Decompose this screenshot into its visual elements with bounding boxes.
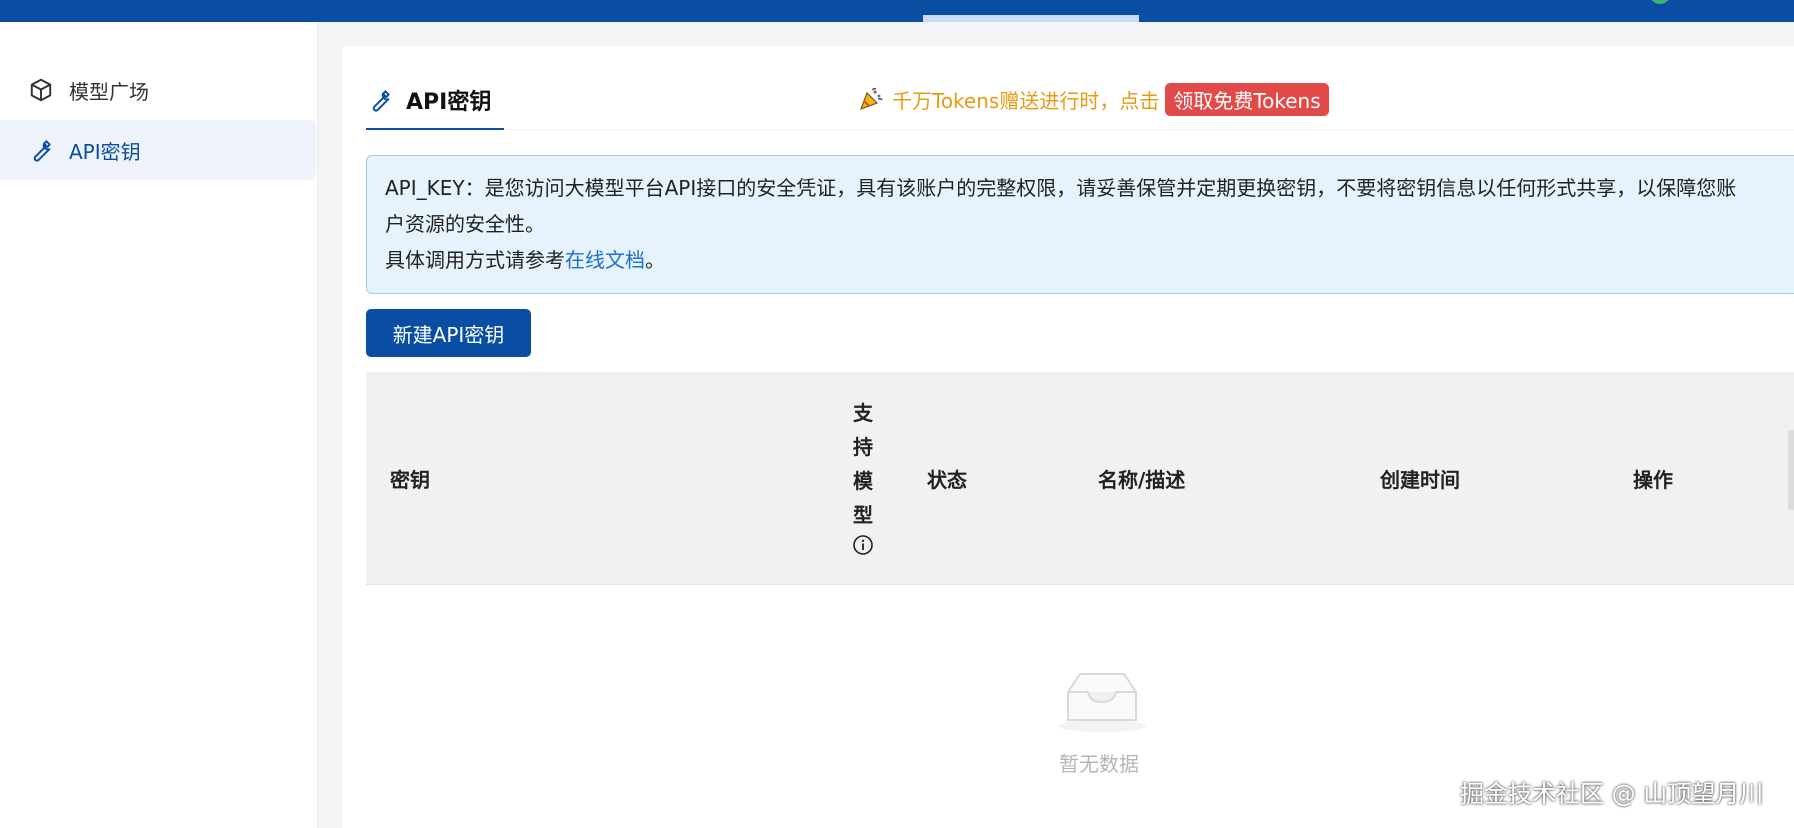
column-header-key: 密钥 <box>390 468 430 492</box>
column-header-char: 支 <box>853 401 873 425</box>
column-header-name-description: 名称/描述 <box>1098 468 1186 492</box>
notice-line: 具体调用方式请参考在线文档。 <box>385 242 1794 278</box>
column-header-created-time: 创建时间 <box>1380 468 1460 492</box>
promo-banner: 千万Tokens赠送进行时，点击 领取免费Tokens <box>858 82 1329 116</box>
sidebar-item-label: API密钥 <box>69 139 141 164</box>
scrollbar[interactable] <box>1788 430 1794 510</box>
notice-text: 具体调用方式请参考 <box>385 248 565 272</box>
online-docs-link[interactable]: 在线文档 <box>565 248 645 272</box>
column-header-operations: 操作 <box>1633 468 1673 492</box>
top-navigation-bar <box>0 0 1794 22</box>
sidebar-item-model-market[interactable]: 模型广场 <box>0 60 316 120</box>
notice-line: API_KEY：是您访问大模型平台API接口的安全凭证，具有该账户的完整权限，请… <box>385 176 1737 200</box>
empty-state-text: 暂无数据 <box>1059 752 1139 776</box>
tab-underline <box>366 128 504 130</box>
user-avatar[interactable] <box>1650 0 1670 4</box>
active-tab-indicator <box>923 15 1139 22</box>
notice-line: 户资源的安全性。 <box>385 212 545 236</box>
create-api-key-button[interactable]: 新建API密钥 <box>366 309 531 357</box>
watermark: 掘金技术社区 @ 山顶望月川 <box>1460 780 1764 808</box>
column-header-char: 持 <box>853 435 873 459</box>
wrench-icon <box>366 86 394 114</box>
page-title-text: API密钥 <box>406 90 492 115</box>
api-key-notice: API_KEY：是您访问大模型平台API接口的安全凭证，具有该账户的完整权限，请… <box>366 155 1794 294</box>
column-header-supported-models: 支 持 模 型 <box>850 396 876 556</box>
column-header-char: 型 <box>853 503 873 527</box>
promo-text: 千万Tokens赠送进行时，点击 <box>892 88 1160 113</box>
table-header: 密钥 支 持 模 型 状态 名称/描述 创建时间 操作 <box>366 372 1794 585</box>
sidebar-item-api-key[interactable]: API密钥 <box>0 120 316 180</box>
party-popper-icon <box>858 86 884 112</box>
claim-free-tokens-button[interactable]: 领取免费Tokens <box>1165 82 1329 116</box>
header-divider <box>504 129 1794 130</box>
sidebar-item-label: 模型广场 <box>69 79 149 104</box>
empty-inbox-icon <box>1058 673 1146 732</box>
column-header-char: 模 <box>853 469 873 493</box>
column-header-status: 状态 <box>927 468 967 492</box>
page-title: API密钥 <box>366 80 491 120</box>
cube-icon <box>27 76 55 104</box>
wrench-icon <box>27 136 55 164</box>
info-icon[interactable] <box>852 534 874 556</box>
notice-text: 。 <box>645 248 665 272</box>
